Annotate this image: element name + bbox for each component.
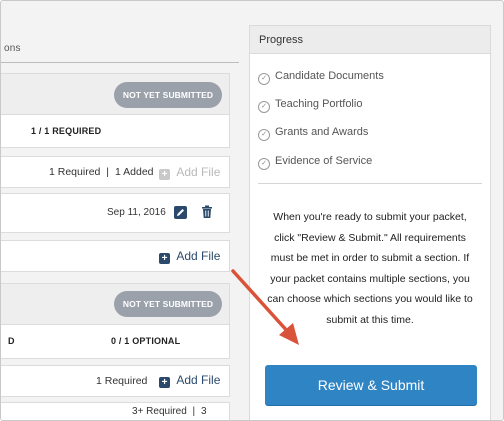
- requirement-count: 1 / 1 REQUIRED: [31, 126, 102, 136]
- status-badge: NOT YET SUBMITTED: [114, 291, 222, 317]
- separator: |: [106, 166, 110, 178]
- separator: |: [192, 406, 196, 417]
- section1-header: NOT YET SUBMITTED: [1, 73, 230, 115]
- progress-item-candidate-documents[interactable]: ✓ Candidate Documents: [258, 70, 384, 85]
- file-date: Sep 11, 2016: [107, 207, 166, 218]
- progress-item-label: Teaching Portfolio: [275, 98, 363, 110]
- progress-item-grants-and-awards[interactable]: ✓ Grants and Awards: [258, 126, 368, 141]
- review-and-submit-button[interactable]: Review & Submit: [265, 365, 477, 405]
- required-count: 3+ Required: [132, 406, 187, 417]
- plus-icon: +: [159, 253, 170, 264]
- section1-file-summary-row: 1 Required | 1 Added + Add File: [1, 156, 230, 188]
- progress-item-label: Candidate Documents: [275, 70, 384, 82]
- required-count: 1 Required: [49, 166, 101, 178]
- section-name-fragment: D: [8, 336, 15, 346]
- add-file-label: Add File: [176, 249, 221, 263]
- progress-item-label: Grants and Awards: [275, 126, 369, 138]
- edit-icon[interactable]: [174, 206, 187, 219]
- add-file-label: Add File: [176, 165, 221, 179]
- progress-item-evidence-of-service[interactable]: ✓ Evidence of Service: [258, 155, 372, 170]
- uploaded-file-row: Sep 11, 2016: [1, 193, 230, 233]
- check-circle-icon: ✓: [258, 101, 270, 113]
- screenshot-frame: ons NOT YET SUBMITTED 1 / 1 REQUIRED 1 R…: [0, 0, 504, 421]
- added-count: 1 Added: [114, 166, 154, 178]
- progress-panel: Progress ✓ Candidate Documents ✓ Teaching …: [249, 25, 491, 420]
- progress-divider: [258, 183, 482, 184]
- add-file-button-disabled[interactable]: + Add File: [159, 165, 220, 180]
- section1-requirement-row: 1 / 1 REQUIRED: [1, 114, 230, 148]
- arrow-annotation: [231, 269, 299, 345]
- check-circle-icon: ✓: [258, 129, 270, 141]
- status-badge: NOT YET SUBMITTED: [114, 82, 222, 108]
- progress-title: Progress: [259, 34, 304, 46]
- check-circle-icon: ✓: [258, 158, 270, 170]
- section2-file-summary-row: 1 Required + Add File: [1, 365, 230, 397]
- add-file-button[interactable]: + Add File: [159, 249, 220, 264]
- requirements-column: ons NOT YET SUBMITTED 1 / 1 REQUIRED 1 R…: [1, 1, 239, 420]
- plus-icon: +: [159, 377, 170, 388]
- add-file-button[interactable]: + Add File: [159, 373, 220, 388]
- trash-icon[interactable]: [201, 205, 213, 219]
- added-count: 3: [200, 406, 207, 417]
- section2-header: NOT YET SUBMITTED: [1, 283, 230, 325]
- required-count: 1 Required: [96, 375, 148, 387]
- add-file-label: Add File: [176, 373, 221, 387]
- section2-next-row: 3+ Required | 3: [1, 402, 230, 420]
- add-file-row: + Add File: [1, 240, 230, 272]
- plus-icon: +: [159, 169, 170, 180]
- progress-item-teaching-portfolio[interactable]: ✓ Teaching Portfolio: [258, 98, 362, 113]
- check-circle-icon: ✓: [258, 73, 270, 85]
- tabs-divider: [1, 62, 239, 63]
- requirement-count: 0 / 1 OPTIONAL: [111, 336, 181, 346]
- tab-label-fragment[interactable]: ons: [4, 43, 21, 54]
- section2-requirement-row: D 0 / 1 OPTIONAL: [1, 324, 230, 359]
- progress-header: Progress: [250, 26, 490, 54]
- progress-item-label: Evidence of Service: [275, 155, 373, 167]
